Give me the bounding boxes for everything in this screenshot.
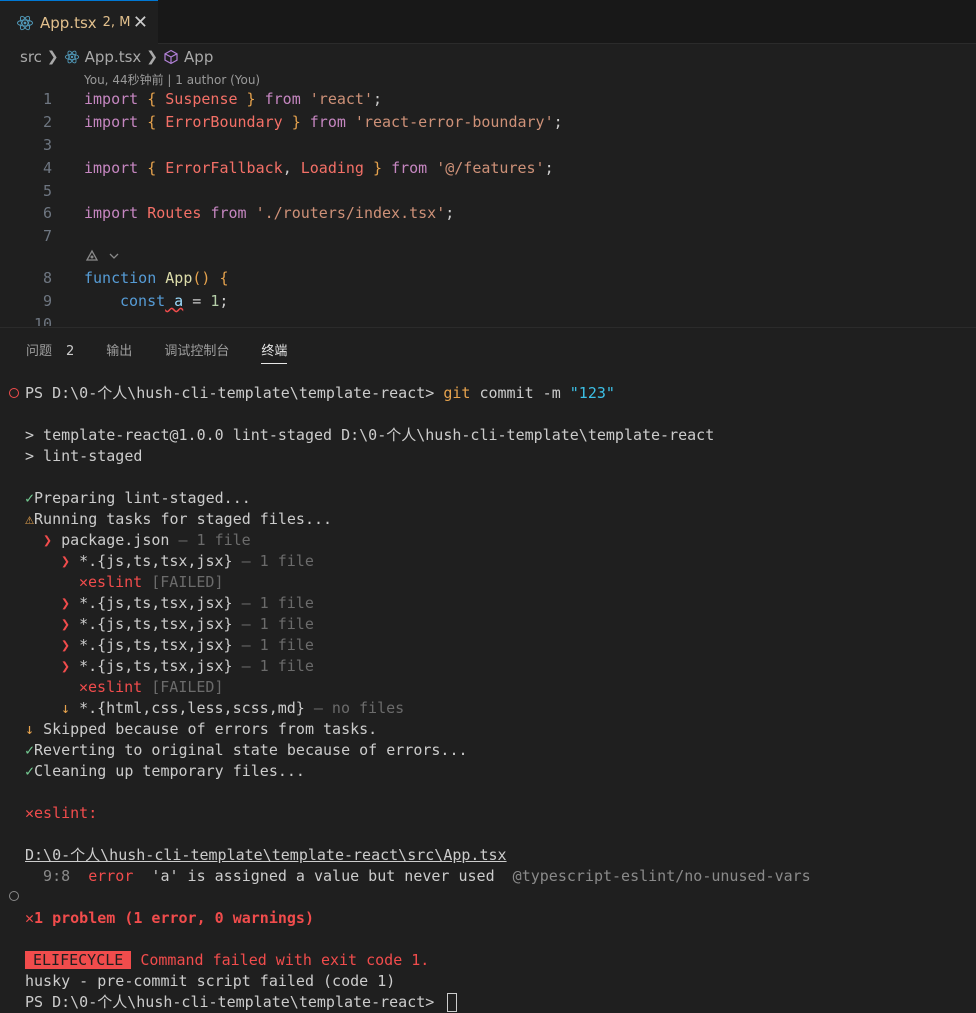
terminal-cursor xyxy=(447,993,458,1012)
breadcrumb: src ❯ App.tsx ❯ App xyxy=(20,46,213,68)
terminal-line: ↓ *.{html,css,less,scss,md} — no files xyxy=(61,699,405,717)
bottom-panel: 问题 2 输出 调试控制台 终端 PS D:\0-个人\hush-cli-temp… xyxy=(0,327,976,1013)
terminal-prompt[interactable]: PS D:\0-个人\hush-cli-template\template-re… xyxy=(25,992,458,1013)
tab-filename: App.tsx xyxy=(40,13,97,32)
problems-count-badge: 2 xyxy=(66,344,75,359)
close-icon[interactable]: ✕ xyxy=(133,12,148,33)
code-line-6: import Routes from './routers/index.tsx'… xyxy=(84,204,455,222)
chevron-right-icon: ❯ xyxy=(46,49,59,65)
chevron-down-icon xyxy=(109,253,119,259)
tab-status: 2, M xyxy=(102,15,131,30)
elifecycle-badge: ELIFECYCLE xyxy=(25,951,132,969)
code-line-4: import { ErrorFallback, Loading } from '… xyxy=(84,159,554,177)
chevron-right-icon: ❯ xyxy=(146,49,159,65)
terminal-line: ✕1 problem (1 error, 0 warnings) xyxy=(25,909,314,927)
code-line-2: import { ErrorBoundary } from 'react-err… xyxy=(84,113,563,131)
terminal-line: ❯ *.{js,ts,tsx,jsx} — 1 file xyxy=(61,594,314,612)
code-line-1: import { Suspense } from 'react'; xyxy=(84,90,383,108)
code-line-9: const a = 1; xyxy=(120,292,229,310)
terminal-line: ELIFECYCLE Command failed with exit code… xyxy=(25,950,429,971)
line-number: 1 xyxy=(42,90,52,108)
command-failed-icon[interactable] xyxy=(9,388,19,398)
line-number: 6 xyxy=(42,204,52,222)
line-number: 5 xyxy=(42,182,52,200)
breadcrumb-symbol[interactable]: App xyxy=(184,48,213,66)
terminal-line: ❯ *.{js,ts,tsx,jsx} — 1 file xyxy=(61,657,314,675)
terminal-line: ❯ package.json — 1 file xyxy=(43,531,251,549)
terminal-line: ⚠Running tasks for staged files... xyxy=(25,510,333,528)
terminal-line: ✕eslint [FAILED] xyxy=(79,573,224,591)
line-number: 10 xyxy=(33,315,52,326)
terminal-line: PS D:\0-个人\hush-cli-template\template-re… xyxy=(25,384,615,402)
tab-bar: App.tsx 2, M ✕ xyxy=(0,0,976,44)
react-icon xyxy=(64,50,79,64)
line-number: 2 xyxy=(42,113,52,131)
code-editor[interactable]: You, 44秒钟前 | 1 author (You) 1 import { S… xyxy=(0,68,976,326)
terminal-line: ✕eslint: xyxy=(25,804,98,822)
panel-tabs: 问题 2 输出 调试控制台 终端 xyxy=(26,340,319,364)
terminal-line: ↓ Skipped because of errors from tasks. xyxy=(25,720,378,738)
terminal-line: ✕eslint [FAILED] xyxy=(79,678,224,696)
tab-terminal[interactable]: 终端 xyxy=(261,340,288,364)
terminal-line: ❯ *.{js,ts,tsx,jsx} — 1 file xyxy=(61,636,314,654)
terminal-line: ✓Reverting to original state because of … xyxy=(25,741,468,759)
git-blame-annotation: You, 44秒钟前 | 1 author (You) xyxy=(84,73,261,87)
terminal-line: ❯ *.{js,ts,tsx,jsx} — 1 file xyxy=(61,615,314,633)
tab-app-tsx[interactable]: App.tsx 2, M ✕ xyxy=(0,0,158,44)
terminal-line: husky - pre-commit script failed (code 1… xyxy=(25,972,396,990)
line-number: 4 xyxy=(42,159,52,177)
react-icon xyxy=(17,15,33,30)
line-number: 8 xyxy=(42,269,52,287)
tab-problems[interactable]: 问题 2 xyxy=(26,340,74,364)
line-number: 9 xyxy=(42,292,52,310)
code-line-8: function App() { xyxy=(84,269,229,287)
error-file-link[interactable]: D:\0-个人\hush-cli-template\template-react… xyxy=(25,845,507,866)
terminal-line: ✓Cleaning up temporary files... xyxy=(25,762,305,780)
terminal-line: 9:8 error 'a' is assigned a value but ne… xyxy=(25,867,811,885)
terminal-line: ❯ *.{js,ts,tsx,jsx} — 1 file xyxy=(61,552,314,570)
tab-output[interactable]: 输出 xyxy=(106,340,132,364)
line-number: 3 xyxy=(42,136,52,154)
command-decoration-icon[interactable] xyxy=(9,891,19,901)
terminal-line: > template-react@1.0.0 lint-staged D:\0-… xyxy=(25,426,715,444)
breadcrumb-file[interactable]: App.tsx xyxy=(85,48,142,66)
terminal-line: > lint-staged xyxy=(25,447,143,465)
line-number: 7 xyxy=(42,227,52,245)
symbol-class-icon xyxy=(164,49,178,65)
breadcrumb-folder[interactable]: src xyxy=(20,48,42,66)
codelens-refactor-icon[interactable] xyxy=(84,248,120,264)
tab-debug-console[interactable]: 调试控制台 xyxy=(164,340,229,364)
terminal-line: ✓Preparing lint-staged... xyxy=(25,489,251,507)
